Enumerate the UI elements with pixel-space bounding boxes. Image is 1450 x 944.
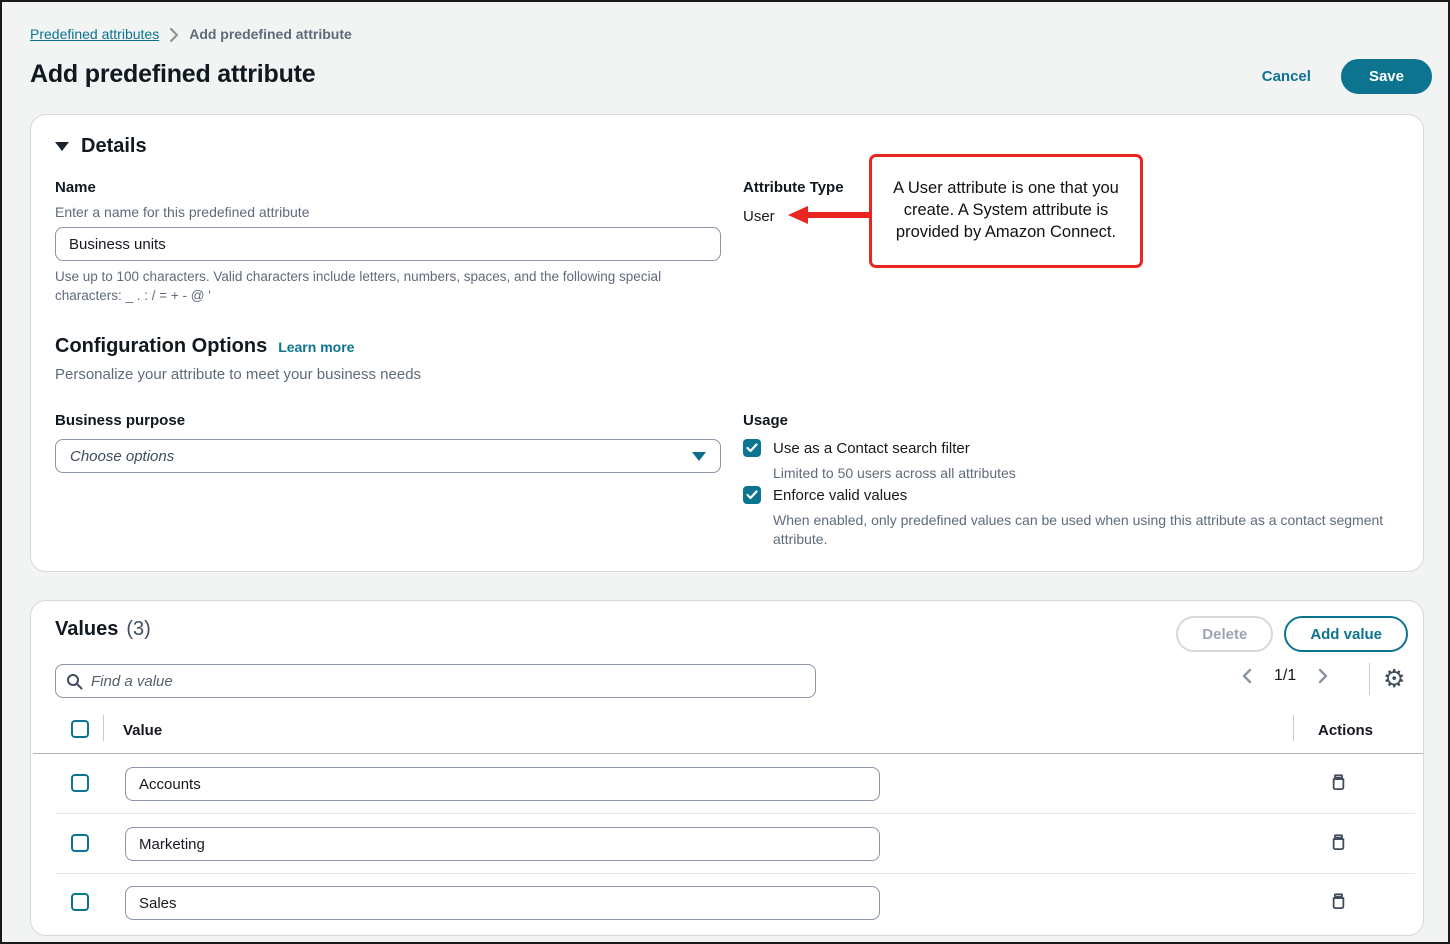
enforce-valid-values-description: When enabled, only predefined values can… — [773, 511, 1421, 549]
cancel-button[interactable]: Cancel — [1262, 68, 1311, 85]
configuration-options-subtitle: Personalize your attribute to meet your … — [55, 366, 421, 383]
page-indicator: 1/1 — [1274, 667, 1296, 685]
caret-down-icon — [692, 452, 706, 461]
checkmark-icon — [746, 443, 758, 453]
red-arrow-icon — [788, 204, 872, 226]
value-column-header: Value — [123, 722, 162, 739]
values-panel: Values (3) Delete Add value 1/1 ⚙ Value … — [30, 600, 1424, 936]
annotation-text: A User attribute is one that you create.… — [882, 178, 1130, 244]
usage-label: Usage — [743, 412, 788, 429]
details-section-toggle[interactable]: Details — [55, 135, 147, 158]
checkmark-icon — [746, 490, 758, 500]
details-section-title: Details — [81, 135, 147, 158]
chevron-right-icon — [169, 28, 179, 42]
pagination: 1/1 — [1241, 667, 1329, 685]
gear-icon[interactable]: ⚙ — [1383, 663, 1405, 695]
row-separator — [55, 813, 1415, 814]
divider — [1369, 663, 1370, 695]
header-actions: Cancel Save — [1262, 59, 1432, 94]
trash-icon — [1329, 892, 1348, 911]
actions-column-header: Actions — [1318, 722, 1373, 739]
divider — [1293, 715, 1294, 741]
value-input-row-2[interactable] — [125, 827, 880, 861]
enforce-valid-values-checkbox[interactable] — [743, 486, 761, 504]
details-panel: Details Name Enter a name for this prede… — [30, 114, 1424, 572]
save-button[interactable]: Save — [1341, 59, 1432, 94]
contact-search-filter-label: Use as a Contact search filter — [773, 440, 970, 457]
value-search — [55, 664, 816, 698]
enforce-valid-values-label: Enforce valid values — [773, 487, 907, 504]
divider — [103, 715, 104, 741]
learn-more-link[interactable]: Learn more — [278, 339, 354, 355]
values-panel-header: Values (3) — [55, 618, 151, 641]
usage-option-enforce-valid-values: Enforce valid values — [743, 486, 907, 504]
contact-search-filter-checkbox[interactable] — [743, 439, 761, 457]
delete-row-button[interactable] — [1325, 829, 1351, 855]
configuration-options-title: Configuration Options — [55, 335, 267, 358]
table-header-border — [33, 753, 1423, 754]
breadcrumb-link-predefined-attributes[interactable]: Predefined attributes — [30, 26, 159, 42]
trash-icon — [1329, 833, 1348, 852]
add-value-button[interactable]: Add value — [1284, 616, 1408, 652]
business-purpose-select[interactable]: Choose options — [55, 439, 721, 473]
value-input-row-1[interactable] — [125, 767, 880, 801]
values-count: (3) — [126, 618, 150, 641]
row-checkbox[interactable] — [71, 834, 89, 852]
breadcrumb-current: Add predefined attribute — [189, 26, 352, 42]
previous-page-icon[interactable] — [1241, 668, 1252, 684]
next-page-icon[interactable] — [1318, 668, 1329, 684]
name-description: Enter a name for this predefined attribu… — [55, 204, 309, 220]
business-purpose-label: Business purpose — [55, 412, 185, 429]
values-title: Values — [55, 618, 118, 641]
annotation-callout: A User attribute is one that you create.… — [869, 154, 1143, 268]
usage-option-contact-search-filter: Use as a Contact search filter — [743, 439, 970, 457]
delete-row-button[interactable] — [1325, 769, 1351, 795]
search-icon — [66, 673, 83, 690]
name-label: Name — [55, 179, 96, 196]
trash-icon — [1329, 773, 1348, 792]
row-checkbox[interactable] — [71, 774, 89, 792]
page-title: Add predefined attribute — [30, 60, 315, 89]
delete-button[interactable]: Delete — [1176, 616, 1273, 652]
row-separator — [55, 873, 1415, 874]
contact-search-filter-description: Limited to 50 users across all attribute… — [773, 464, 1016, 483]
select-all-checkbox[interactable] — [71, 720, 89, 738]
triangle-down-icon — [55, 142, 69, 151]
breadcrumb: Predefined attributes Add predefined att… — [30, 26, 352, 42]
business-purpose-placeholder: Choose options — [70, 448, 174, 465]
attribute-type-value: User — [743, 208, 775, 225]
delete-row-button[interactable] — [1325, 888, 1351, 914]
configuration-options-header: Configuration Options Learn more — [55, 335, 354, 358]
row-checkbox[interactable] — [71, 893, 89, 911]
values-actions: Delete Add value — [1176, 616, 1408, 652]
attribute-type-label: Attribute Type — [743, 179, 844, 196]
name-input[interactable] — [55, 227, 721, 261]
search-input[interactable] — [91, 673, 805, 690]
value-input-row-3[interactable] — [125, 886, 880, 920]
name-constraint-text: Use up to 100 characters. Valid characte… — [55, 268, 717, 305]
